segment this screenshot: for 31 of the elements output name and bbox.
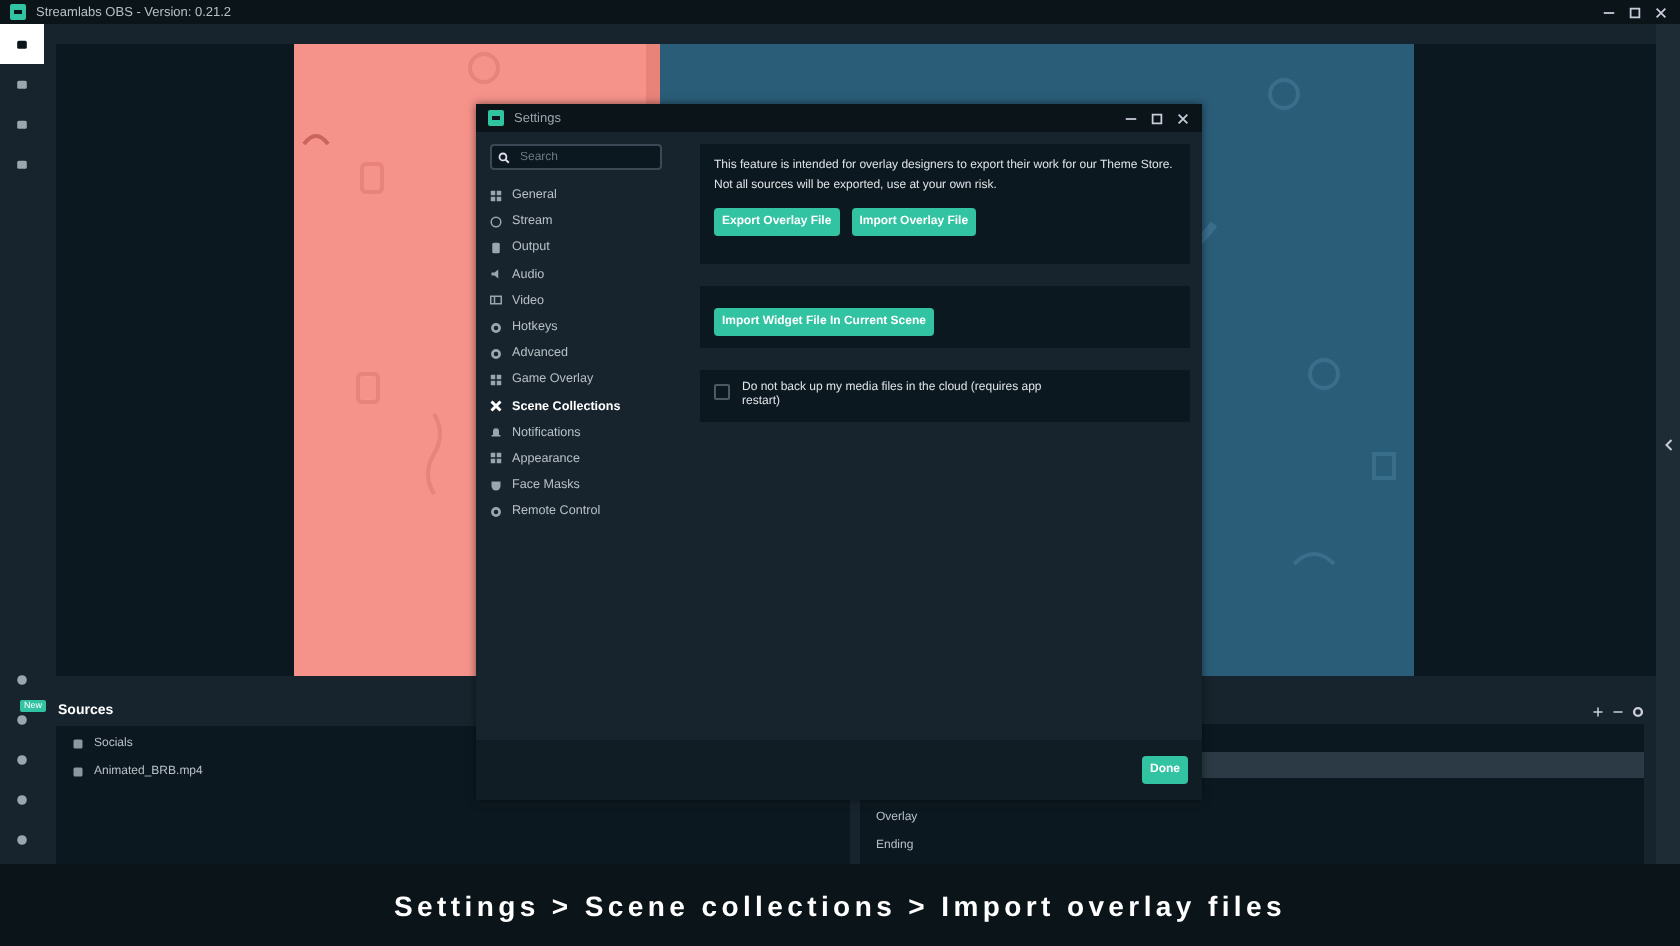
square-icon <box>14 156 30 172</box>
cross-icon <box>490 400 502 413</box>
add-icon[interactable] <box>1592 706 1604 718</box>
square-icon <box>14 116 30 132</box>
grid-icon <box>490 189 502 202</box>
app-logo-icon <box>488 110 504 126</box>
source-icon <box>72 738 84 750</box>
square-icon <box>14 36 30 52</box>
chevron-left-icon[interactable] <box>1663 437 1673 451</box>
close-icon[interactable] <box>1654 5 1668 19</box>
maximize-icon[interactable] <box>1628 5 1642 19</box>
source-icon <box>72 766 84 778</box>
nav-button[interactable] <box>0 24 44 64</box>
grid-icon <box>490 452 502 465</box>
bell-icon <box>490 426 502 439</box>
settings-icon[interactable] <box>1632 706 1644 718</box>
grid-icon <box>490 373 502 386</box>
circle-icon <box>14 832 30 848</box>
close-icon[interactable] <box>1176 111 1190 125</box>
remove-icon[interactable] <box>1612 706 1624 718</box>
maximize-icon[interactable] <box>1150 111 1164 125</box>
circle-icon <box>14 792 30 808</box>
mask-icon <box>490 479 502 492</box>
circle-icon <box>14 672 30 688</box>
circle-icon <box>14 712 30 728</box>
square-icon <box>14 76 30 92</box>
search-icon <box>498 151 510 163</box>
checkbox[interactable] <box>714 384 730 400</box>
film-icon <box>490 294 502 307</box>
circle-icon <box>14 752 30 768</box>
speaker-icon <box>490 268 502 281</box>
